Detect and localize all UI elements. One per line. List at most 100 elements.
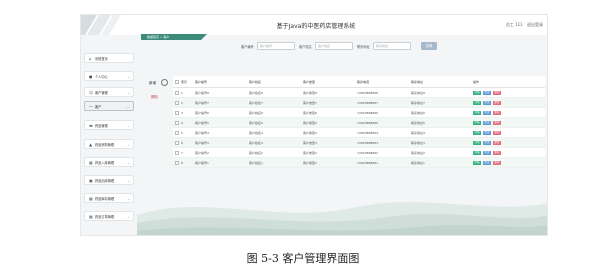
customer-table: 索引 客户编号 客户姓名 客户类型 联系电话 联系地址 操作 1 客户编号8 客户姓名8 客户类型8…	[173, 76, 545, 168]
grid-icon: ▦	[89, 159, 93, 165]
modify-button[interactable]: 修改	[483, 160, 491, 165]
figure-caption: 图 5-3 客户管理界面图	[246, 252, 360, 265]
table-cell: 13823888883	[357, 141, 378, 145]
table-cell: 客户类型1	[303, 161, 317, 165]
sidebar-item-label: 系统首页	[95, 57, 108, 61]
table-cell: 客户编号3	[195, 141, 209, 145]
row-checkbox[interactable]	[175, 101, 179, 105]
sidebar-item-0[interactable]: ⌂ 系统首页	[84, 53, 134, 63]
modify-button[interactable]: 修改	[483, 110, 491, 115]
chevron-down-icon: ⌄	[127, 90, 130, 95]
table-cell: 客户类型8	[303, 91, 317, 95]
row-checkbox[interactable]	[175, 151, 179, 155]
row-delete-button[interactable]: 删除	[493, 90, 501, 95]
table-header: 索引 客户编号 客户姓名 客户类型 联系电话 联系地址 操作	[173, 76, 545, 88]
sidebar-item-3[interactable]: — 客户 —	[84, 101, 134, 111]
search-input-code[interactable]: 客户编号	[257, 42, 295, 50]
row-checkbox[interactable]	[175, 131, 179, 135]
modify-button[interactable]: 修改	[483, 120, 491, 125]
table-cell: 1	[181, 91, 183, 95]
table-row: 1 客户编号8 客户姓名8 客户类型8 13823888888 联系地址8 详情 修改 删除	[173, 88, 545, 98]
search-label-address: 联系地址	[357, 44, 370, 49]
row-checkbox[interactable]	[175, 111, 179, 115]
search-input-name[interactable]: 客户姓名	[315, 42, 353, 50]
sidebar-item-2[interactable]: ☺ 客户管理 ⌄	[84, 87, 134, 97]
search-input-address[interactable]: 联系地址	[373, 42, 411, 50]
column-header: 联系地址	[411, 80, 424, 84]
search-button[interactable]: 查询	[421, 42, 437, 50]
sidebar-item-6[interactable]: ▦ 药品入库管理 ⌄	[84, 157, 134, 167]
sidebar-item-7[interactable]: ▣ 药品出库管理 ⌄	[84, 175, 134, 185]
sidebar-item-5[interactable]: ▲ 药品采购管理 ⌄	[84, 139, 134, 149]
table-row: 5 客户编号4 客户姓名4 客户类型4 13823888884 联系地址4 详情 修改 删除	[173, 128, 545, 138]
table-cell: 客户姓名4	[249, 131, 263, 135]
table-cell: 2	[181, 101, 183, 105]
detail-button[interactable]: 详情	[473, 150, 481, 155]
chart-icon: ▲	[89, 141, 93, 147]
table-cell: 客户编号7	[195, 101, 209, 105]
sidebar-item-label: 药品管理	[95, 124, 108, 128]
row-checkbox[interactable]	[175, 121, 179, 125]
sidebar-item-label: 药品库存管理	[95, 197, 115, 201]
column-header: 索引	[181, 80, 188, 84]
table-row: 8 客户编号1 客户姓名1 客户类型1 13823888881 联系地址1 详情 修改 删除	[173, 158, 545, 168]
table-cell: 13823888882	[357, 151, 378, 155]
list-icon: —	[89, 103, 93, 109]
table-cell: 5	[181, 131, 183, 135]
modify-button[interactable]: 修改	[483, 140, 491, 145]
row-checkbox[interactable]	[175, 141, 179, 145]
modify-button[interactable]: 修改	[483, 100, 491, 105]
row-delete-button[interactable]: 删除	[493, 110, 501, 115]
row-delete-button[interactable]: 删除	[493, 160, 501, 165]
table-cell: 联系地址8	[411, 91, 425, 95]
sidebar-item-1[interactable]: ● 个人中心 ⌄	[84, 71, 134, 81]
table-cell: 客户姓名6	[249, 111, 263, 115]
breadcrumb: 数据首页 > 客户	[147, 35, 170, 39]
row-delete-button[interactable]: 删除	[493, 130, 501, 135]
row-delete-button[interactable]: 删除	[493, 140, 501, 145]
app-screenshot: 基于Java的中医药店管理系统 员工 111 退出登录 ⌂ 系统首页 ● 个人中心 ⌄ ☺…	[80, 14, 548, 236]
table-cell: 客户编号4	[195, 131, 209, 135]
sidebar: ⌂ 系统首页 ● 个人中心 ⌄ ☺ 客户管理 ⌄ — 客户 — ▬ 药品管理 ⌄ ▲ 药品采购管理 ⌄ ▦ 药品入库…	[81, 35, 137, 235]
table-cell: 6	[181, 141, 183, 145]
table-cell: 客户类型7	[303, 101, 317, 105]
table-cell: 客户编号8	[195, 91, 209, 95]
chevron-down-icon: ⌄	[127, 142, 130, 147]
row-delete-button[interactable]: 删除	[493, 100, 501, 105]
detail-button[interactable]: 详情	[473, 100, 481, 105]
sidebar-item-label: 客户管理	[95, 91, 108, 95]
detail-button[interactable]: 详情	[473, 160, 481, 165]
modify-button[interactable]: 修改	[483, 90, 491, 95]
row-checkbox[interactable]	[175, 161, 179, 165]
modify-button[interactable]: 修改	[483, 150, 491, 155]
table-row: 2 客户编号7 客户姓名7 客户类型7 13823888887 联系地址7 详情 修改 删除	[173, 98, 545, 108]
detail-button[interactable]: 详情	[473, 130, 481, 135]
detail-button[interactable]: 详情	[473, 120, 481, 125]
table-cell: 13823888887	[357, 101, 378, 105]
add-button[interactable]: 新增	[149, 81, 156, 85]
chevron-down-icon: ⌄	[127, 178, 130, 183]
delete-button[interactable]: 删除	[151, 95, 158, 99]
table-cell: 客户类型2	[303, 151, 317, 155]
sidebar-item-9[interactable]: ▦ 药品订单管理 ⌄	[84, 211, 134, 221]
sidebar-item-4[interactable]: ▬ 药品管理 ⌄	[84, 120, 134, 130]
modify-button[interactable]: 修改	[483, 130, 491, 135]
search-label-name: 客户姓名	[299, 44, 312, 49]
grid-icon: ▦	[89, 213, 93, 219]
table-cell: 联系地址3	[411, 141, 425, 145]
table-cell: 客户编号2	[195, 151, 209, 155]
sidebar-item-8[interactable]: ▦ 药品库存管理 ⌄	[84, 193, 134, 203]
detail-button[interactable]: 详情	[473, 140, 481, 145]
detail-button[interactable]: 详情	[473, 110, 481, 115]
table-cell: 联系地址7	[411, 101, 425, 105]
row-delete-button[interactable]: 删除	[493, 150, 501, 155]
select-all-checkbox[interactable]	[175, 80, 179, 84]
chevron-down-icon: ⌄	[127, 123, 130, 128]
table-cell: 客户编号1	[195, 161, 209, 165]
detail-button[interactable]: 详情	[473, 90, 481, 95]
logout-link[interactable]: 退出登录	[527, 22, 543, 27]
column-header: 操作	[473, 80, 480, 84]
sidebar-item-label: 药品采购管理	[95, 143, 115, 147]
row-checkbox[interactable]	[175, 91, 179, 95]
row-delete-button[interactable]: 删除	[493, 120, 501, 125]
